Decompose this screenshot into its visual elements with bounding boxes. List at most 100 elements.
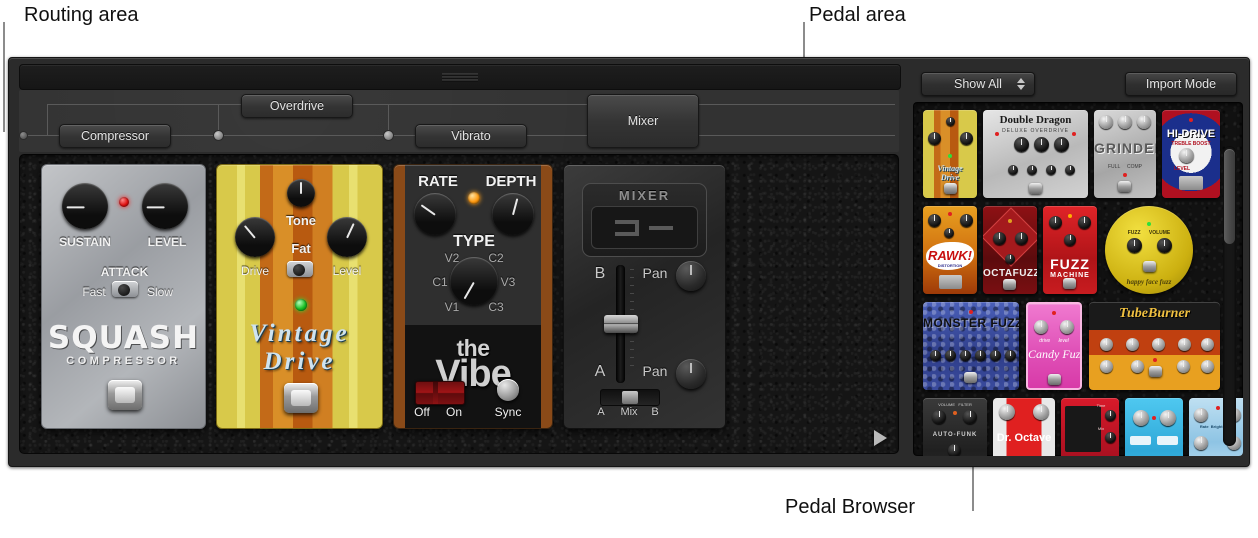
mixer-abmix-switch[interactable] bbox=[600, 389, 660, 406]
bp-gr-filter-knob bbox=[1118, 115, 1132, 129]
mixer-pan-top-knob[interactable] bbox=[676, 261, 706, 291]
browser-item-double-dragon[interactable]: Double Dragon DELUXE OVERDRIVE bbox=[983, 110, 1088, 198]
squash-attack-fast-label: Fast bbox=[82, 285, 106, 299]
bp-sm-led bbox=[1216, 406, 1220, 410]
routing-input-dot[interactable] bbox=[20, 132, 27, 139]
routing-node-overdrive[interactable]: Overdrive bbox=[241, 94, 353, 118]
vintage-drive-tone-knob[interactable] bbox=[287, 179, 315, 207]
browser-item-grinder[interactable]: GRINDER FULL COMP bbox=[1094, 110, 1156, 198]
routing-area[interactable]: Compressor Overdrive Vibrato Mixer bbox=[19, 90, 899, 152]
routing-node-compressor[interactable]: Compressor bbox=[59, 124, 171, 148]
bp-gr-level-knob bbox=[1137, 115, 1151, 129]
mixer-pan-bottom-label: Pan bbox=[642, 363, 668, 379]
squash-attack-slow-label: Slow bbox=[146, 285, 173, 299]
bp-sb-knob-labels: Time bbox=[1096, 403, 1106, 408]
vintage-drive-drive-label: Drive bbox=[240, 264, 269, 278]
browser-scrollbar-thumb[interactable] bbox=[1224, 149, 1235, 244]
bp-dd-mid-knob bbox=[1027, 165, 1037, 175]
pedal-squash-compressor[interactable]: SUSTAIN LEVEL ATTACK Fast Slow SQUASH CO… bbox=[41, 164, 206, 429]
bp-vd-led bbox=[948, 154, 952, 158]
routing-node-mixer[interactable]: Mixer bbox=[587, 94, 699, 148]
bp-tb-knob-tone bbox=[1201, 338, 1214, 351]
pedal-mixer[interactable]: MIXER B A Pan Pan A Mix B bbox=[563, 164, 726, 429]
pedal-the-vibe[interactable]: RATE DEPTH TYPE V2 C2 C1 V3 V1 C3 the Vi… bbox=[393, 164, 553, 429]
bp-fm-label: FUZZ bbox=[1050, 256, 1090, 272]
import-mode-label: Import Mode bbox=[1145, 77, 1217, 91]
mixer-ab-fader-thumb[interactable] bbox=[604, 315, 638, 333]
squash-attack-switch[interactable] bbox=[112, 281, 138, 297]
vibe-sync-button[interactable] bbox=[497, 379, 519, 401]
bp-rawk-label: RAWK! bbox=[927, 248, 973, 263]
bp-mf-label: MONSTER FUZZ bbox=[923, 316, 1019, 330]
browser-item-happy-face-fuzz[interactable]: FUZZ VOLUME happy face fuzz bbox=[1105, 206, 1193, 294]
vibe-rate-label: RATE bbox=[418, 173, 458, 190]
bp-af-led bbox=[953, 411, 957, 415]
vibe-depth-knob[interactable] bbox=[492, 193, 534, 235]
mixer-routing-glyph-icon bbox=[614, 218, 675, 238]
import-mode-button[interactable]: Import Mode bbox=[1125, 72, 1237, 96]
bp-mf-knob-5 bbox=[990, 350, 1001, 361]
squash-level-knob[interactable] bbox=[142, 183, 188, 229]
mixer-pan-bottom-knob[interactable] bbox=[676, 359, 706, 389]
bp-vd-drive-knob bbox=[928, 132, 941, 145]
pedal-vintage-drive[interactable]: Tone Fat Drive Level Vintage Drive bbox=[216, 164, 383, 429]
bp-bc-depth-knob bbox=[1160, 410, 1176, 426]
vibe-power-rocker[interactable] bbox=[415, 381, 465, 405]
bp-tb-knob-drive bbox=[1177, 360, 1190, 373]
vibe-type-knob[interactable] bbox=[450, 257, 498, 305]
window-title-bar[interactable] bbox=[19, 64, 901, 90]
browser-item-spring-box[interactable]: Time Mix bbox=[1061, 398, 1119, 456]
browser-item-tube-burner[interactable]: TubeBurner bbox=[1089, 302, 1220, 390]
bp-gr-footswitch bbox=[1118, 181, 1131, 192]
bp-rawk-plate bbox=[939, 275, 962, 289]
squash-level-label: LEVEL bbox=[147, 235, 187, 249]
bp-hd-sub: TREBLE BOOST bbox=[1171, 141, 1211, 147]
browser-item-octafuzz[interactable]: OCTAFUZZ bbox=[983, 206, 1037, 294]
bp-hff-knob-labels: FUZZ VOLUME bbox=[1127, 230, 1171, 236]
routing-node-mixer-label: Mixer bbox=[627, 114, 659, 128]
bp-hd-led bbox=[1189, 118, 1193, 122]
bp-of-fuzz-knob bbox=[993, 232, 1006, 245]
browser-item-auto-funk[interactable]: VOLUME FILTER AUTO-FUNK bbox=[923, 398, 987, 456]
bp-tb-knob-bias bbox=[1100, 360, 1113, 373]
squash-sustain-knob[interactable] bbox=[62, 183, 108, 229]
bp-cf-label: Candy Fuzz bbox=[1028, 347, 1082, 361]
vintage-drive-fat-switch[interactable] bbox=[287, 261, 313, 277]
browser-item-hi-drive[interactable]: HI-DRIVE TREBLE BOOST LEVEL bbox=[1162, 110, 1220, 198]
bp-of-level-knob bbox=[1015, 232, 1028, 245]
bp-fm-level-knob bbox=[1078, 216, 1091, 229]
pedal-browser-grid[interactable]: Vintage Drive Double Dragon DELUXE OVERDR… bbox=[913, 102, 1243, 456]
bp-dd-label: Double Dragon bbox=[999, 114, 1072, 126]
bp-of-label: OCTAFUZZ bbox=[983, 268, 1037, 279]
routing-upper-line-far bbox=[691, 104, 895, 105]
routing-node-dot-1[interactable] bbox=[214, 131, 223, 140]
bp-vd-footswitch bbox=[944, 183, 957, 194]
browser-item-blue-chorus[interactable] bbox=[1125, 398, 1183, 456]
resize-grip-icon[interactable] bbox=[442, 73, 478, 81]
vibe-switch-on-label: On bbox=[445, 405, 462, 419]
bp-rawk-level-knob bbox=[960, 214, 973, 227]
browser-item-fuzz-machine[interactable]: FUZZ MACHINE bbox=[1043, 206, 1097, 294]
browser-item-vintage-drive[interactable]: Vintage Drive bbox=[923, 110, 977, 198]
pedal-area[interactable]: SUSTAIN LEVEL ATTACK Fast Slow SQUASH CO… bbox=[19, 154, 899, 454]
bp-cf-knob-labels: drive level bbox=[1039, 338, 1069, 344]
mixer-abmix-a-label: A bbox=[597, 406, 605, 418]
browser-item-candy-fuzz[interactable]: drive level Candy Fuzz bbox=[1026, 302, 1082, 390]
browser-scrollbar-track[interactable] bbox=[1223, 146, 1236, 446]
vintage-drive-footswitch[interactable] bbox=[284, 383, 318, 413]
routing-node-vibrato[interactable]: Vibrato bbox=[415, 124, 527, 148]
browser-item-rawk-distortion[interactable]: RAWK! DISTORTION bbox=[923, 206, 977, 294]
bp-bc-led bbox=[1152, 416, 1156, 420]
bp-rawk-tone-knob bbox=[944, 228, 954, 238]
routing-node-dot-2[interactable] bbox=[384, 131, 393, 140]
browser-item-dr-octave[interactable]: Dr. Octave bbox=[993, 398, 1055, 456]
squash-title: SQUASH bbox=[47, 320, 200, 356]
bp-dd-bass-knob bbox=[1008, 165, 1018, 175]
bp-af-filter-knob bbox=[963, 410, 977, 424]
bp-gr-label: GRINDER bbox=[1094, 140, 1156, 156]
show-all-filter-popup[interactable]: Show All bbox=[921, 72, 1035, 96]
squash-footswitch[interactable] bbox=[108, 380, 142, 410]
vibe-rate-knob[interactable] bbox=[414, 193, 456, 235]
browser-item-monster-fuzz[interactable]: MONSTER FUZZ bbox=[923, 302, 1019, 390]
pedal-area-scroll-right-arrow-icon[interactable] bbox=[874, 430, 887, 446]
